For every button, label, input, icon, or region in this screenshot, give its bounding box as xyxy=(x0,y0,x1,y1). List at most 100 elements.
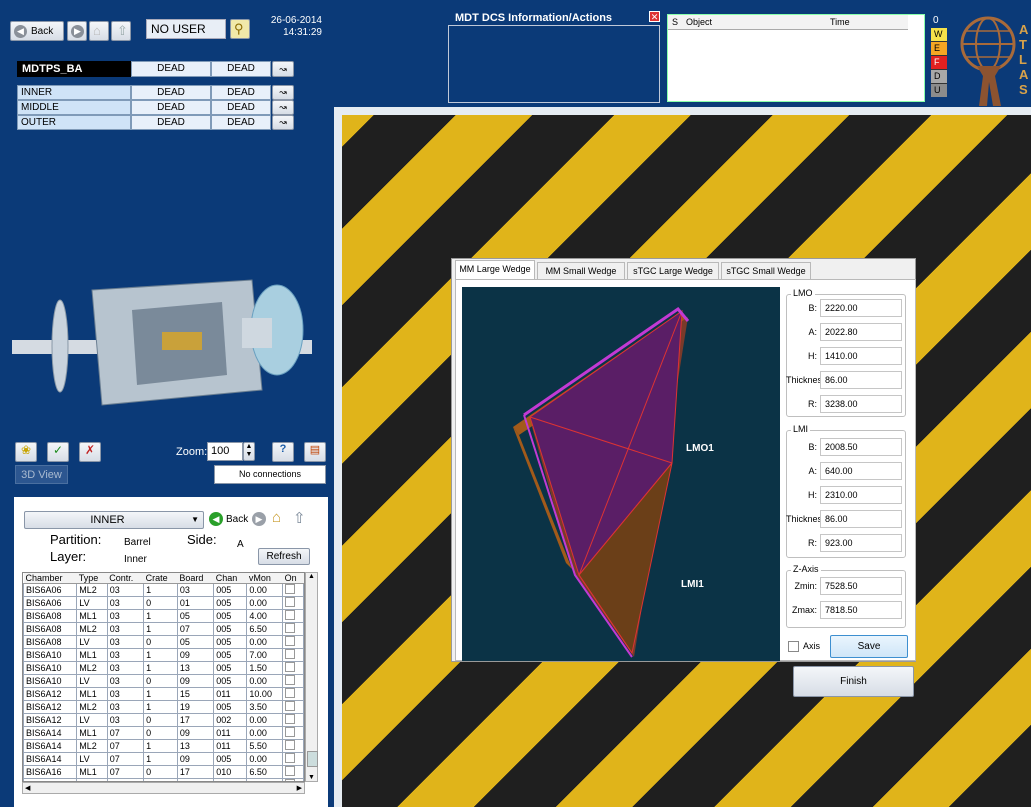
color-icon-button[interactable]: ❀ xyxy=(15,442,37,462)
panel-back-label[interactable]: Back xyxy=(226,514,248,525)
legend-e[interactable]: E xyxy=(931,42,947,56)
scroll-up-icon[interactable]: ▲ xyxy=(308,573,315,580)
chamber-row[interactable]: BIS6A08 ML2 03 1 07 005 6.50 xyxy=(23,622,304,636)
chamber-col-header[interactable]: Chamber xyxy=(23,573,77,584)
back-button[interactable]: ◀ Back xyxy=(10,21,64,41)
chamber-on-checkbox[interactable] xyxy=(282,700,304,714)
chamber-row[interactable]: BIS6A14 ML1 07 0 09 011 0.00 xyxy=(23,726,304,740)
lmo-thickness-input[interactable]: 86.00 xyxy=(820,371,902,389)
lmo-r-input[interactable]: 3238.00 xyxy=(820,395,902,413)
help-button[interactable]: ? xyxy=(272,442,294,462)
chamber-on-checkbox[interactable] xyxy=(282,635,304,649)
chamber-on-checkbox[interactable] xyxy=(282,583,304,597)
scroll-down-icon[interactable]: ▼ xyxy=(308,774,315,781)
status-row-inner[interactable]: INNER xyxy=(17,85,131,100)
layer-selector[interactable]: INNER ▼ xyxy=(24,511,204,529)
alarm-col-time[interactable]: Time xyxy=(830,15,850,29)
chamber-on-checkbox[interactable] xyxy=(282,661,304,675)
axis-checkbox[interactable] xyxy=(788,641,799,652)
chamber-col-header[interactable]: Crate xyxy=(143,573,178,584)
chamber-col-header[interactable]: Contr. xyxy=(107,573,144,584)
lmo-a-input[interactable]: 2022.80 xyxy=(820,323,902,341)
save-button[interactable]: Save xyxy=(830,635,908,658)
chamber-row[interactable]: BIS6A06 ML2 03 1 03 005 0.00 xyxy=(23,583,304,597)
info-close-icon[interactable]: ✕ xyxy=(649,11,660,22)
scroll-thumb[interactable] xyxy=(307,751,318,767)
legend-u[interactable]: U xyxy=(931,84,947,97)
chamber-on-checkbox[interactable] xyxy=(282,765,304,779)
legend-f[interactable]: F xyxy=(931,56,947,70)
wedge-3d-viewport[interactable]: LMO1 LMI1 xyxy=(462,287,780,661)
lmo-b-input[interactable]: 2220.00 xyxy=(820,299,902,317)
chamber-row[interactable]: BIS6A06 LV 03 0 01 005 0.00 xyxy=(23,596,304,610)
panel-up-icon[interactable]: ⇧ xyxy=(293,509,306,527)
tab-stgc-small-wedge[interactable]: sTGC Small Wedge xyxy=(721,262,811,279)
tab-mm-large-wedge[interactable]: MM Large Wedge xyxy=(455,260,535,279)
tab-mm-small-wedge[interactable]: MM Small Wedge xyxy=(537,262,625,279)
status-row-outer[interactable]: OUTER xyxy=(17,115,131,130)
legend-d[interactable]: D xyxy=(931,70,947,84)
chamber-on-checkbox[interactable] xyxy=(282,596,304,610)
chamber-table-hscroll[interactable]: ◀ ▶ xyxy=(22,782,305,794)
tab-stgc-large-wedge[interactable]: sTGC Large Wedge xyxy=(627,262,719,279)
chamber-on-checkbox[interactable] xyxy=(282,739,304,753)
chamber-row[interactable]: BIS6A14 ML2 07 1 13 011 5.50 xyxy=(23,739,304,753)
panel-back-arrow-icon[interactable]: ◀ xyxy=(209,512,223,526)
chamber-row[interactable]: BIS6A10 ML1 03 1 09 005 7.00 xyxy=(23,648,304,662)
status-title-action-button[interactable]: ↝ xyxy=(272,61,294,77)
check-icon-button[interactable]: ✓ xyxy=(47,442,69,462)
status-row-inner-action-button[interactable]: ↝ xyxy=(272,85,294,100)
chamber-row[interactable]: BIS6A10 LV 03 0 09 005 0.00 xyxy=(23,674,304,688)
chamber-col-header[interactable]: Chan xyxy=(213,573,247,584)
zoom-spinner[interactable]: ▲ ▼ xyxy=(243,442,255,461)
chamber-on-checkbox[interactable] xyxy=(282,609,304,623)
lmi-b-input[interactable]: 2008.50 xyxy=(820,438,902,456)
zmax-input[interactable]: 7818.50 xyxy=(820,601,902,619)
chamber-row[interactable]: BIS6A10 ML2 03 1 13 005 1.50 xyxy=(23,661,304,675)
chamber-row[interactable]: BIS6A08 LV 03 0 05 005 0.00 xyxy=(23,635,304,649)
lmi-h-input[interactable]: 2310.00 xyxy=(820,486,902,504)
lmi-thickness-input[interactable]: 86.00 xyxy=(820,510,902,528)
login-key-button[interactable]: ⚲ xyxy=(230,19,250,39)
chamber-table-vscroll[interactable]: ▲ ▼ xyxy=(305,572,318,782)
status-row-middle[interactable]: MIDDLE xyxy=(17,100,131,115)
status-row-outer-action-button[interactable]: ↝ xyxy=(272,115,294,130)
chamber-row[interactable]: BIS6A12 ML2 03 1 19 005 3.50 xyxy=(23,700,304,714)
zmin-input[interactable]: 7528.50 xyxy=(820,577,902,595)
alarm-col-object[interactable]: Object xyxy=(686,15,712,29)
chamber-on-checkbox[interactable] xyxy=(282,622,304,636)
panel-home-icon[interactable]: ⌂ xyxy=(272,509,281,526)
hscroll-right-icon[interactable]: ▶ xyxy=(297,784,302,792)
legend-w[interactable]: W xyxy=(931,28,947,42)
chamber-on-checkbox[interactable] xyxy=(282,648,304,662)
save-disk-button[interactable]: ▤ xyxy=(304,442,326,462)
chamber-on-checkbox[interactable] xyxy=(282,687,304,701)
finish-button[interactable]: Finish xyxy=(793,666,914,697)
lmo-h-input[interactable]: 1410.00 xyxy=(820,347,902,365)
view-3d-button[interactable]: 3D View xyxy=(15,465,68,484)
chamber-row[interactable]: BIS6A08 ML1 03 1 05 005 4.00 xyxy=(23,609,304,623)
chamber-row[interactable]: BIS6A16 ML1 07 0 17 010 6.50 xyxy=(23,765,304,779)
chamber-col-header[interactable]: Type xyxy=(76,573,108,584)
refresh-button[interactable]: Refresh xyxy=(258,548,310,565)
chamber-on-checkbox[interactable] xyxy=(282,713,304,727)
chamber-row[interactable]: BIS6A12 ML1 03 1 15 011 10.00 xyxy=(23,687,304,701)
hscroll-left-icon[interactable]: ◀ xyxy=(25,784,30,792)
alarm-col-s[interactable]: S xyxy=(672,15,678,29)
zoom-input[interactable]: 100 xyxy=(207,442,243,461)
chamber-col-header[interactable]: On xyxy=(282,573,304,584)
lmi-r-input[interactable]: 923.00 xyxy=(820,534,902,552)
chamber-col-header[interactable]: Board xyxy=(177,573,214,584)
chamber-row[interactable]: BIS6A14 LV 07 1 09 005 0.00 xyxy=(23,752,304,766)
cross-icon-button[interactable]: ✗ xyxy=(79,442,101,462)
chamber-row[interactable]: BIS6A12 LV 03 0 17 002 0.00 xyxy=(23,713,304,727)
status-row-middle-action-button[interactable]: ↝ xyxy=(272,100,294,115)
chamber-on-checkbox[interactable] xyxy=(282,726,304,740)
forward-button[interactable]: ▶ xyxy=(67,21,87,41)
home-button[interactable]: ⌂ xyxy=(89,21,109,41)
chamber-col-header[interactable]: vMon xyxy=(246,573,283,584)
panel-forward-arrow-icon[interactable]: ▶ xyxy=(252,512,266,526)
lmi-a-input[interactable]: 640.00 xyxy=(820,462,902,480)
up-button[interactable]: ⇧ xyxy=(111,21,131,41)
status-title[interactable]: MDTPS_BA xyxy=(17,61,131,77)
